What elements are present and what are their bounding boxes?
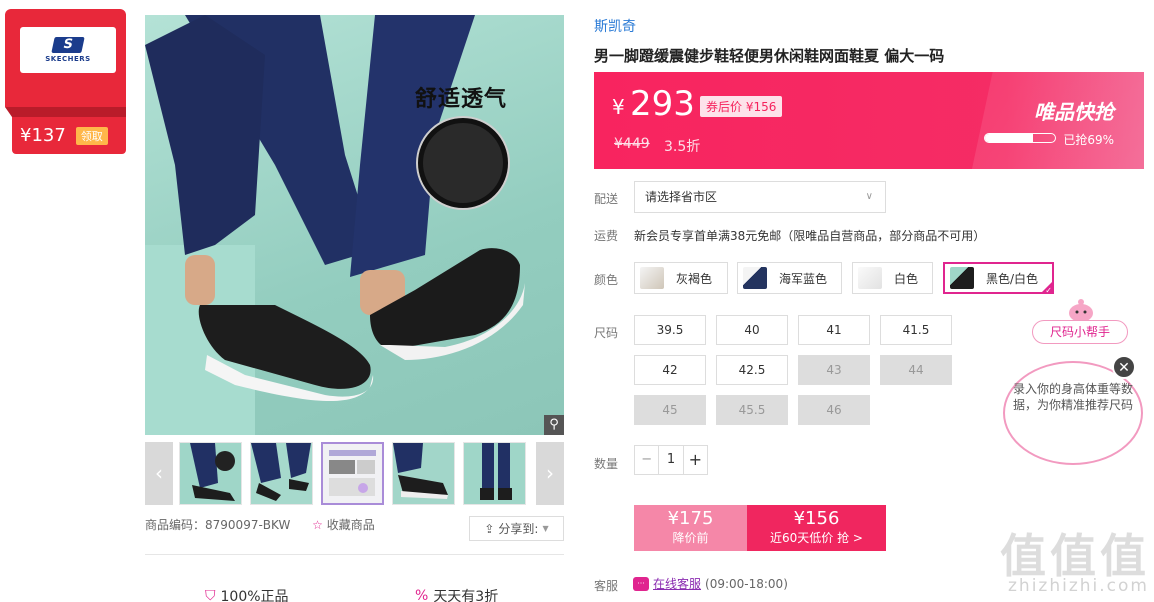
original-price: ¥449 (614, 136, 650, 152)
size-label: 尺码 (594, 326, 619, 340)
chevron-down-icon: ∨ (865, 191, 873, 202)
sold-progress-bar (984, 133, 1056, 143)
thumbnail-4[interactable] (392, 442, 455, 505)
color-option-taupe[interactable]: 灰褐色 (634, 262, 728, 294)
size-option[interactable]: 42 (634, 355, 706, 385)
currency-symbol: ¥ (612, 95, 625, 119)
coupon-price-tag: 券后价 ¥156 (700, 96, 783, 117)
watermark-url: zhizhizhi.com (1008, 576, 1149, 596)
flash-sale-title: 唯品快抢 (1034, 100, 1114, 124)
purchase-buttons: ¥175 降价前 ¥156 近60天低价 抢 > (634, 505, 886, 551)
divider (145, 554, 564, 555)
mascot-icon (1069, 299, 1093, 322)
delivery-label: 配送 (594, 192, 619, 206)
thumbnail-2[interactable] (250, 442, 313, 505)
quantity-value[interactable]: 1 (658, 446, 684, 474)
online-service-link[interactable]: 在线客服 (653, 575, 701, 592)
size-option[interactable]: 43 (798, 355, 870, 385)
quantity-plus-button[interactable]: + (684, 446, 707, 474)
thumbnail-3[interactable] (321, 442, 384, 505)
color-option-black-white[interactable]: 黑色/白色 ✓ (943, 262, 1054, 295)
coupon-bar[interactable]: ¥137 领取 (12, 117, 126, 154)
color-swatch (858, 267, 882, 289)
price-panel: ¥ 293 券后价 ¥156 ¥449 3.5折 唯品快抢 已抢69% (594, 72, 1144, 169)
product-main-image[interactable]: 舒适透气 ⚲ (145, 15, 564, 435)
share-icon: ⇪ (484, 521, 495, 536)
sold-percent: 已抢69% (1063, 133, 1114, 147)
thumbnail-1[interactable] (179, 442, 242, 505)
chat-icon: ··· (633, 576, 649, 591)
close-icon[interactable]: ✕ (1112, 355, 1136, 379)
coupon-get-button[interactable]: 领取 (75, 126, 108, 145)
brand-logo: S SKECHERS (20, 27, 116, 73)
buy-now-button[interactable]: ¥156 近60天低价 抢 > (747, 505, 886, 551)
shield-icon: ⛉ (205, 588, 216, 602)
thumbnail-strip: ‹ › (145, 442, 564, 505)
size-option[interactable]: 41.5 (880, 315, 952, 345)
shipping-label: 运费 (594, 229, 619, 243)
color-swatch (743, 267, 767, 289)
product-title: 男一脚蹬缓震健步鞋轻便男休闲鞋网面鞋夏 偏大一码 (594, 47, 945, 65)
size-option[interactable]: 45.5 (716, 395, 788, 425)
share-button[interactable]: ⇪ 分享到: ▼ (469, 516, 564, 541)
current-price: 293 (630, 84, 695, 124)
size-option[interactable]: 45 (634, 395, 706, 425)
service-hours: (09:00-18:00) (705, 576, 788, 591)
color-option-navy[interactable]: 海军蓝色 (737, 262, 842, 294)
region-select[interactable]: 请选择省市区 ∨ (634, 181, 886, 213)
pre-discount-price-button[interactable]: ¥175 降价前 (634, 505, 747, 551)
share-label: 分享到: (498, 522, 539, 536)
color-option-white[interactable]: 白色 (852, 262, 933, 294)
product-code: 8790097-BKW (205, 518, 291, 532)
size-helper-tag[interactable]: 尺码小帮手 (1032, 320, 1128, 344)
brand-coupon-card[interactable]: S SKECHERS ¥137 领取 (5, 9, 126, 154)
product-photo (145, 15, 525, 435)
coupon-fold (5, 107, 126, 117)
brand-link[interactable]: 斯凯奇 (594, 16, 636, 36)
service-label: 客服 (594, 579, 619, 593)
chevron-down-icon: ▼ (542, 524, 549, 533)
magnifier-icon[interactable]: ⚲ (544, 415, 564, 435)
quantity-label: 数量 (594, 457, 619, 471)
thumbnail-5[interactable] (463, 442, 526, 505)
customer-service: ··· 在线客服 (09:00-18:00) (633, 575, 788, 592)
image-tagline: 舒适透气 (415, 87, 508, 112)
coupon-price: ¥137 (20, 125, 66, 146)
favorite-button[interactable]: 收藏商品 (327, 518, 375, 532)
color-swatch (950, 267, 974, 289)
quantity-minus-button[interactable]: − (635, 446, 658, 474)
chevron-right-icon[interactable]: › (536, 442, 564, 505)
discount-label: 3.5折 (664, 139, 701, 155)
quantity-stepper[interactable]: − 1 + (634, 445, 708, 475)
product-meta-row: 商品编码：8790097-BKW ☆ 收藏商品 ⇪ 分享到: ▼ (145, 516, 564, 542)
guarantee-authentic: ⛉ 100%正品 (205, 588, 289, 602)
color-swatch (640, 267, 664, 289)
size-option[interactable]: 46 (798, 395, 870, 425)
size-option[interactable]: 44 (880, 355, 952, 385)
size-option[interactable]: 41 (798, 315, 870, 345)
color-label: 颜色 (594, 273, 619, 287)
size-option[interactable]: 40 (716, 315, 788, 345)
size-option[interactable]: 42.5 (716, 355, 788, 385)
size-option[interactable]: 39.5 (634, 315, 706, 345)
shipping-info: 新会员专享首单满38元免邮（限唯品自营商品，部分商品不可用） (634, 229, 986, 243)
chevron-left-icon[interactable]: ‹ (145, 442, 173, 505)
star-icon[interactable]: ☆ (312, 518, 323, 532)
check-icon: ✓ (1045, 286, 1052, 295)
guarantee-discount: % 天天有3折 (415, 588, 499, 602)
percent-icon: % (415, 588, 429, 602)
product-code-label: 商品编码： (145, 518, 206, 532)
